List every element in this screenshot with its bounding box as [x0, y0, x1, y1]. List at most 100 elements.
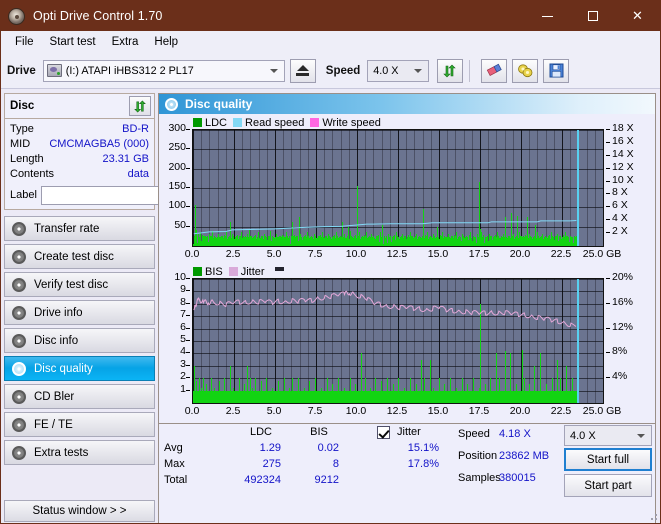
disc-icon — [12, 417, 26, 432]
eject-button[interactable] — [289, 58, 316, 83]
sidebar-item-transfer-rate[interactable]: Transfer rate — [4, 216, 155, 241]
stats-row-total-label: Total — [164, 474, 188, 486]
sidebar-item-disc-info[interactable]: Disc info — [4, 328, 155, 353]
legend-swatch-bis — [193, 267, 202, 276]
y-axis-tick: 6 — [180, 320, 186, 333]
legend-swatch-ldc — [193, 118, 202, 127]
stats-position-value: 23862 MB — [499, 450, 550, 462]
start-part-button[interactable]: Start part — [564, 474, 652, 497]
refresh-icon — [133, 99, 146, 113]
y2-axis-tick: 12 X — [612, 160, 634, 173]
sidebar-item-create-test-disc[interactable]: Create test disc — [4, 244, 155, 269]
stats-total-bis: 9212 — [314, 474, 339, 486]
sidebar-item-fe-te[interactable]: FE / TE — [4, 412, 155, 437]
disc-row-key: Contents — [10, 168, 55, 180]
refresh-button[interactable] — [437, 58, 464, 83]
disc-refresh-button[interactable] — [129, 96, 151, 116]
disc-icon — [8, 7, 25, 25]
ldc-chart[interactable]: 50 100 150 200 250 300 2 X4 X6 X8 X 10 X 12 X 14… — [163, 122, 651, 264]
erase-button[interactable] — [481, 58, 508, 83]
x-axis-tick: 0.0 — [184, 248, 200, 260]
legend-label-write-speed: Write speed — [322, 116, 381, 129]
minimize-button[interactable] — [525, 1, 570, 31]
y2-axis-tick: 4 X — [612, 212, 628, 225]
window-title: Opti Drive Control 1.70 — [33, 9, 163, 23]
stats-row-max-label: Max — [164, 458, 185, 470]
app-window: Opti Drive Control 1.70 ✕ File Start tes… — [0, 0, 661, 524]
disc-quality-icon — [165, 97, 178, 111]
main-body: Disc Type BD-R MID CMCMAGBA5 (000) Lengt… — [1, 89, 660, 523]
close-button[interactable]: ✕ — [615, 1, 660, 31]
bis-chart-legend: BIS Jitter — [163, 265, 651, 278]
disc-row-type: Type BD-R — [10, 122, 149, 137]
sidebar: Disc Type BD-R MID CMCMAGBA5 (000) Lengt… — [1, 89, 249, 523]
disc-row-contents: Contents data — [10, 167, 149, 182]
y2-axis-tick: 6 X — [612, 199, 628, 212]
y2-axis-tick: 4% — [612, 370, 628, 383]
disc-icon — [12, 221, 26, 236]
ldc-chart-legend: LDC Read speed Write speed — [163, 116, 651, 129]
y2-axis-tick: 20% — [612, 271, 634, 283]
speed-select[interactable]: 4.0 X — [367, 59, 430, 82]
disc-info-panel: Disc Type BD-R MID CMCMAGBA5 (000) Lengt… — [4, 93, 249, 210]
sidebar-item-disc-quality[interactable]: Disc quality — [4, 356, 155, 381]
sidebar-item-cd-bler[interactable]: CD Bler — [4, 384, 155, 409]
bookmark-button[interactable] — [512, 58, 539, 83]
menu-item-extra[interactable]: Extra — [104, 34, 147, 50]
menu-item-file[interactable]: File — [7, 34, 42, 50]
y-axis-tick: 50 — [174, 218, 186, 231]
sidebar-item-drive-info[interactable]: Drive info — [4, 300, 155, 325]
menu-item-start-test[interactable]: Start test — [42, 34, 104, 50]
sidebar-item-extra-tests[interactable]: Extra tests — [4, 440, 155, 465]
y2-axis-tick: 16% — [612, 295, 634, 308]
x-axis-tick: 2.5 — [225, 405, 241, 417]
x-axis-tick: 20.0 — [509, 248, 531, 260]
disc-icon — [12, 277, 26, 292]
x-axis-tick: 10.0 — [345, 248, 367, 260]
stats-samples-value: 380015 — [499, 472, 536, 484]
disc-row-key: MID — [10, 138, 31, 150]
x-axis-tick: 22.5 — [550, 405, 572, 417]
start-full-button[interactable]: Start full — [564, 448, 652, 471]
y2-axis-tick: 14 X — [612, 147, 634, 160]
window-controls: ✕ — [525, 1, 660, 31]
y-axis-tick: 2 — [180, 370, 186, 383]
stats-position-label: Position — [458, 450, 498, 462]
resize-grip[interactable] — [648, 511, 658, 521]
disc-label-row: Label — [10, 185, 249, 205]
stats-max-ldc: 275 — [262, 458, 281, 470]
disc-label-key: Label — [10, 189, 37, 201]
x-axis-tick: 25.0 GB — [582, 248, 622, 260]
panel-title: Disc quality — [185, 97, 253, 111]
disc-row-key: Length — [10, 153, 44, 165]
maximize-button[interactable] — [570, 1, 615, 31]
nav-list: Transfer rate Create test disc Verify te… — [4, 216, 155, 465]
sidebar-item-label: Transfer rate — [34, 222, 100, 235]
floppy-save-icon — [549, 63, 564, 78]
legend-swatch-write-speed — [310, 118, 320, 127]
sidebar-item-label: Create test disc — [34, 250, 114, 263]
x-axis-tick: 25.0 GB — [582, 405, 622, 417]
chevron-down-icon — [637, 433, 645, 438]
menu-item-help[interactable]: Help — [146, 34, 186, 50]
stats-avg-jitter: 15.1% — [407, 442, 439, 454]
save-button[interactable] — [543, 58, 570, 83]
y-axis-tick: 250 — [168, 141, 186, 154]
sidebar-item-verify-test-disc[interactable]: Verify test disc — [4, 272, 155, 297]
toolbar: Drive (I:) ATAPI iHBS312 2 PL17 Speed 4.… — [1, 53, 660, 89]
disc-icon — [12, 389, 26, 404]
test-speed-select[interactable]: 4.0 X — [564, 425, 652, 446]
stats-samples-label: Samples — [458, 472, 501, 484]
y-axis-tick: 300 — [168, 122, 186, 134]
status-window-button[interactable]: Status window > > — [4, 500, 155, 522]
legend-label-read-speed: Read speed — [245, 116, 305, 129]
disc-info-rows: Type BD-R MID CMCMAGBA5 (000) Length 23.… — [5, 119, 249, 209]
y-axis-tick: 9 — [180, 283, 186, 296]
x-axis-tick: 17.5 — [468, 405, 490, 417]
drive-select[interactable]: (I:) ATAPI iHBS312 2 PL17 — [42, 59, 285, 82]
y-axis-tick: 1 — [180, 382, 186, 395]
refresh-icon — [443, 64, 457, 77]
bis-chart[interactable]: 1 2 3 4 5 6 7 8 9 10 4% 8% 12% 16% 20% 0.0 2.5 5.0 7.5 10… — [163, 271, 651, 423]
jitter-checkbox[interactable] — [377, 426, 390, 439]
